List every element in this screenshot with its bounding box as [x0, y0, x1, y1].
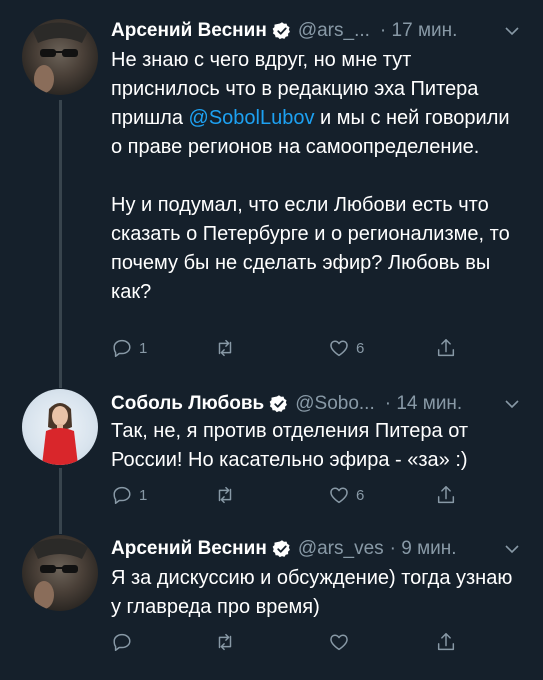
tweet-text: Так, не, я против отделения Питера от Ро…	[111, 420, 474, 471]
thread-line	[59, 375, 62, 388]
heart-icon	[330, 487, 348, 504]
share-button[interactable]	[435, 335, 457, 361]
tweet-actions: 1 6	[111, 335, 461, 361]
heart-icon	[330, 340, 348, 357]
tweet-header: Арсений Веснин @ars_... · 17 мин.	[111, 18, 457, 44]
reply-icon	[113, 486, 131, 504]
author-name[interactable]: Арсений Веснин	[111, 538, 267, 560]
reply-icon	[113, 633, 131, 651]
author-handle[interactable]: @Sobo...	[295, 393, 375, 415]
retweet-button[interactable]	[214, 629, 242, 655]
avatar[interactable]	[22, 535, 98, 611]
avatar[interactable]	[22, 389, 98, 465]
chevron-down-icon[interactable]	[503, 22, 521, 40]
avatar[interactable]	[22, 19, 98, 95]
author-handle[interactable]: @ars_ves	[298, 538, 384, 560]
reply-button[interactable]: 1	[111, 335, 147, 361]
like-button[interactable]: 6	[328, 482, 364, 508]
tweet-header: Соболь Любовь @Sobo... · 14 мин.	[111, 391, 462, 417]
thread-line	[59, 520, 62, 534]
tweet-actions	[111, 629, 461, 655]
reply-button[interactable]	[111, 629, 139, 655]
tweet-time[interactable]: · 14 мин.	[385, 393, 462, 415]
tweet-text-part: и мы с ней говорили о праве регионов на …	[111, 107, 510, 303]
reply-button[interactable]: 1	[111, 482, 147, 508]
tweet-actions: 1 6	[111, 482, 461, 508]
share-icon	[437, 486, 455, 504]
mention-link[interactable]: @SobolLubov	[189, 107, 315, 129]
share-icon	[437, 633, 455, 651]
reply-count: 1	[139, 486, 148, 504]
tweet-time[interactable]: · 17 мин.	[380, 20, 457, 42]
tweet-3[interactable]: Арсений Веснин @ars_ves · 9 мин. Я за ди…	[0, 520, 543, 680]
heart-icon	[330, 634, 348, 651]
share-button[interactable]	[435, 482, 457, 508]
chevron-down-icon[interactable]	[503, 540, 521, 558]
verified-badge-icon	[269, 395, 288, 413]
tweet-text: Не знаю с чего вдруг, но мне тут приснил…	[111, 46, 521, 307]
tweet-1[interactable]: Арсений Веснин @ars_... · 17 мин. Не зна…	[0, 0, 543, 375]
retweet-button[interactable]	[214, 482, 242, 508]
retweet-icon	[218, 633, 232, 651]
share-button[interactable]	[435, 629, 457, 655]
retweet-button[interactable]	[214, 335, 242, 361]
avatar-image	[42, 403, 78, 465]
retweet-icon	[218, 339, 232, 357]
avatar-image	[32, 22, 88, 93]
tweet-time[interactable]: · 9 мин.	[390, 538, 457, 560]
chevron-down-icon[interactable]	[503, 395, 521, 413]
verified-badge-icon	[272, 22, 290, 40]
retweet-icon	[218, 486, 232, 504]
tweet-header: Арсений Веснин @ars_ves · 9 мин.	[111, 536, 457, 562]
like-count: 6	[356, 486, 365, 504]
like-button[interactable]: 6	[328, 335, 364, 361]
verified-badge-icon	[272, 540, 290, 558]
reply-count: 1	[139, 339, 148, 357]
author-name[interactable]: Соболь Любовь	[111, 393, 264, 415]
share-icon	[437, 339, 455, 357]
tweet-text: Я за дискуссию и обсуждение) тогда узнаю…	[111, 567, 518, 618]
author-name[interactable]: Арсений Веснин	[111, 20, 267, 42]
reply-icon	[113, 339, 131, 357]
tweet-2[interactable]: Соболь Любовь @Sobo... · 14 мин. Так, не…	[0, 375, 543, 520]
author-handle[interactable]: @ars_...	[298, 20, 370, 42]
like-count: 6	[356, 339, 365, 357]
avatar-image	[32, 538, 88, 609]
thread-line	[59, 100, 62, 375]
thread-line	[59, 468, 62, 520]
like-button[interactable]	[328, 629, 356, 655]
